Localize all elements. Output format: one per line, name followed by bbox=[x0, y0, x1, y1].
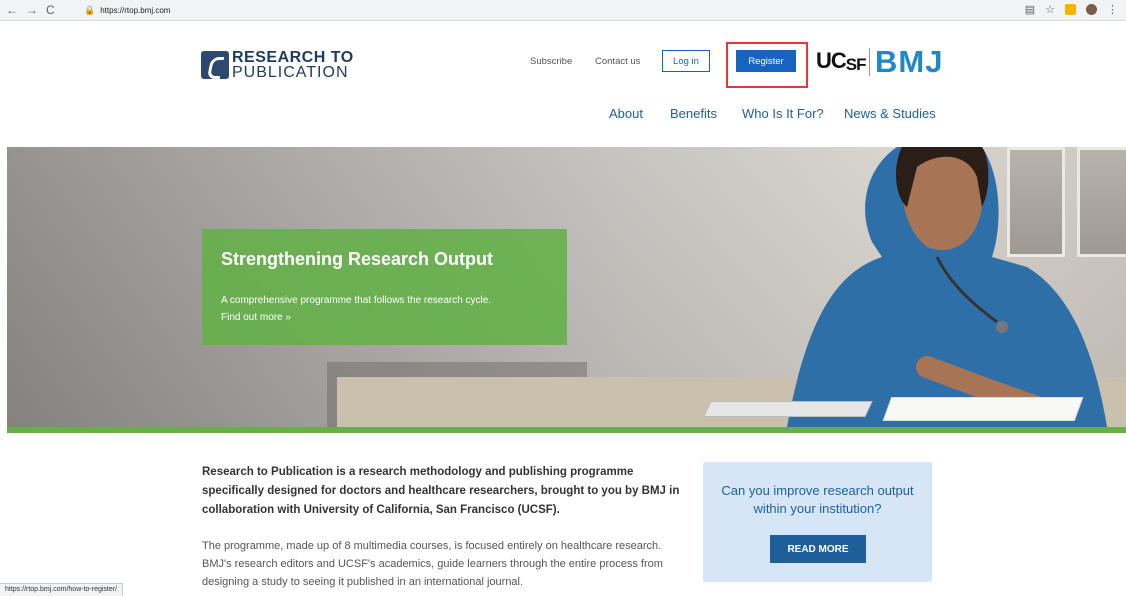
hero-subtitle: A comprehensive programme that follows t… bbox=[221, 295, 492, 306]
hero-promo-box: Strengthening Research Output A comprehe… bbox=[202, 229, 567, 345]
register-highlight-box bbox=[726, 42, 808, 88]
nav-about[interactable]: About bbox=[609, 106, 643, 121]
hero-title: Strengthening Research Output bbox=[221, 249, 494, 269]
body-paragraph: The programme, made up of 8 multimedia c… bbox=[202, 540, 663, 588]
hero-doctor-image bbox=[787, 147, 1107, 427]
contact-link[interactable]: Contact us bbox=[595, 56, 640, 67]
star-icon[interactable]: ☆ bbox=[1045, 3, 1055, 16]
address-bar[interactable]: 🔒 https://rtop.bmj.com bbox=[84, 2, 1014, 18]
ucsf-logo-text: UC bbox=[816, 48, 847, 73]
browser-nav: ← → C bbox=[6, 3, 55, 17]
ucsf-logo[interactable]: UCSF bbox=[816, 48, 867, 75]
intro-paragraph: Research to Publication is a research me… bbox=[202, 466, 680, 516]
address-url[interactable]: https://rtop.bmj.com bbox=[100, 6, 170, 15]
subscribe-link[interactable]: Subscribe bbox=[530, 56, 572, 67]
ucsf-logo-sub: SF bbox=[845, 55, 867, 74]
logo-divider bbox=[869, 48, 870, 76]
browser-actions: ▤ ☆ ⋮ bbox=[1025, 3, 1118, 16]
hero-find-out-more-link[interactable]: Find out more » bbox=[221, 312, 291, 323]
logo-line2: PUBLICATION bbox=[232, 64, 349, 81]
rtop-logo-icon bbox=[201, 51, 229, 79]
nav-benefits[interactable]: Benefits bbox=[670, 106, 717, 121]
read-more-button[interactable]: READ MORE bbox=[770, 535, 866, 563]
cta-question: Can you improve research output within y… bbox=[721, 483, 914, 516]
forward-icon[interactable]: → bbox=[26, 3, 38, 17]
nav-who-is-it-for[interactable]: Who Is It For? bbox=[742, 106, 824, 121]
cta-panel: Can you improve research output within y… bbox=[703, 462, 932, 582]
extension-icon[interactable] bbox=[1065, 4, 1076, 15]
login-button[interactable]: Log in bbox=[662, 50, 710, 72]
hero-accent-bar bbox=[7, 427, 1126, 433]
browser-status-bar: https://rtop.bmj.com/how-to-register/ bbox=[0, 583, 124, 596]
site-logo[interactable]: RESEARCH TO PUBLICATION bbox=[201, 49, 354, 81]
profile-avatar[interactable] bbox=[1086, 4, 1097, 15]
menu-icon[interactable]: ⋮ bbox=[1107, 3, 1118, 16]
hero-paper bbox=[882, 397, 1084, 421]
bmj-logo[interactable]: BMJ bbox=[875, 44, 943, 80]
translate-icon[interactable]: ▤ bbox=[1025, 3, 1035, 16]
lock-icon: 🔒 bbox=[84, 4, 96, 15]
back-icon[interactable]: ← bbox=[6, 3, 18, 17]
browser-toolbar: ← → C 🔒 https://rtop.bmj.com ▤ ☆ ⋮ bbox=[0, 0, 1126, 21]
hero-tablet bbox=[703, 401, 873, 417]
nav-news-studies[interactable]: News & Studies bbox=[844, 106, 936, 121]
reload-icon[interactable]: C bbox=[46, 3, 55, 17]
logo-line1: RESEARCH TO bbox=[232, 49, 354, 66]
